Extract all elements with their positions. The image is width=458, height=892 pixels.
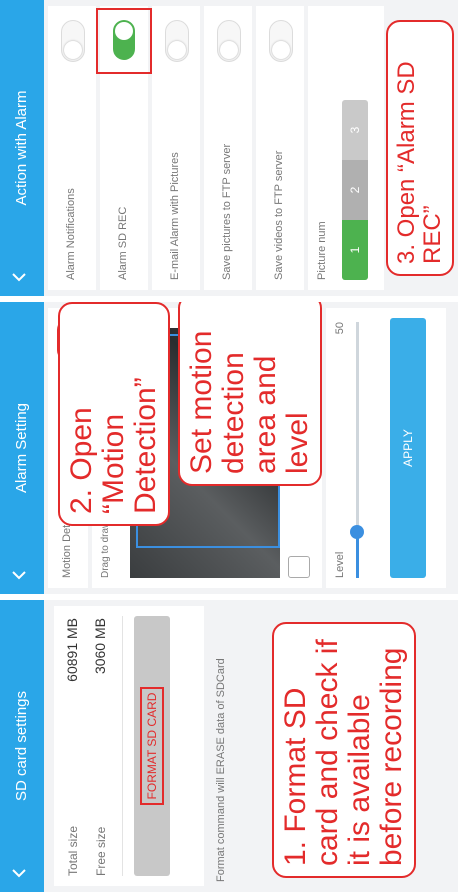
action-header: Action with Alarm: [0, 0, 44, 296]
level-slider-thumb[interactable]: [350, 524, 364, 539]
action-with-alarm-screen: Action with Alarm Alarm Notifications Al…: [0, 0, 458, 296]
alarm-item-0: Alarm Notifications: [48, 6, 96, 290]
level-card: Level 50 APPLY: [326, 308, 446, 588]
sd-card-screen: SD card settings Total size 60891 MB Fre…: [0, 600, 458, 892]
format-button-label: FORMAT SD CARD: [140, 686, 164, 806]
item-label: Alarm Notifications: [65, 188, 77, 280]
callout-open-motion-detection: 2. Open “Motion Detection”: [58, 302, 170, 526]
picture-num-label: Picture num: [316, 221, 328, 280]
level-value: 50: [334, 322, 346, 335]
alarm-setting-screen: Alarm Setting Motion Detection Drag to d…: [0, 302, 458, 594]
callout-open-alarm-sd-rec: 3. Open “Alarm SD REC”: [386, 20, 454, 276]
sd-header: SD card settings: [0, 600, 44, 892]
alarm-item-4: Save videos to FTP server: [256, 6, 304, 290]
page-title: Action with Alarm: [13, 90, 30, 206]
rotated-composite: SD card settings Total size 60891 MB Fre…: [0, 0, 458, 892]
highlight-alarm-sd-rec: [96, 8, 152, 74]
picture-num-segmented[interactable]: 1 2 3: [342, 100, 368, 280]
picture-num-option-1[interactable]: 1: [342, 220, 368, 280]
alarm-item-3: Save pictures to FTP server: [204, 6, 252, 290]
total-size-label: Total size: [66, 825, 80, 876]
item-label: Save pictures to FTP server: [221, 143, 233, 280]
level-slider-track[interactable]: [350, 322, 364, 578]
item-label: E-mail Alarm with Pictures: [169, 152, 181, 280]
ftp-videos-toggle[interactable]: [269, 20, 293, 62]
email-alarm-toggle[interactable]: [165, 20, 189, 62]
callout-format-sd: 1. Format SD card and check if it is ava…: [272, 622, 416, 878]
picture-num-option-3[interactable]: 3: [342, 100, 368, 160]
free-size-value: 3060 MB: [92, 618, 108, 675]
clear-area-button[interactable]: [288, 556, 310, 578]
free-size-label: Free size: [94, 826, 108, 876]
apply-button[interactable]: APPLY: [390, 318, 426, 578]
ftp-pictures-toggle[interactable]: [217, 20, 241, 62]
page-title: SD card settings: [13, 690, 30, 802]
format-sd-card-button[interactable]: FORMAT SD CARD: [134, 616, 170, 876]
format-note: Format command will ERASE data of SDCard: [215, 658, 227, 882]
item-label: Alarm SD REC: [117, 206, 129, 280]
sd-info-card: Total size 60891 MB Free size 3060 MB FO…: [54, 606, 204, 886]
alarm-header: Alarm Setting: [0, 302, 44, 594]
total-size-value: 60891 MB: [64, 618, 80, 682]
page-title: Alarm Setting: [13, 402, 30, 494]
level-label: Level: [334, 551, 346, 578]
divider: [122, 616, 123, 876]
picture-num-option-2[interactable]: 2: [342, 160, 368, 220]
alarm-item-2: E-mail Alarm with Pictures: [152, 6, 200, 290]
canvas: SD card settings Total size 60891 MB Fre…: [0, 0, 458, 892]
picture-num-row: Picture num 1 2 3: [308, 6, 384, 290]
item-label: Save videos to FTP server: [273, 150, 285, 280]
alarm-notifications-toggle[interactable]: [61, 20, 85, 62]
callout-set-area-level: Set motion detection area and level: [178, 302, 322, 486]
